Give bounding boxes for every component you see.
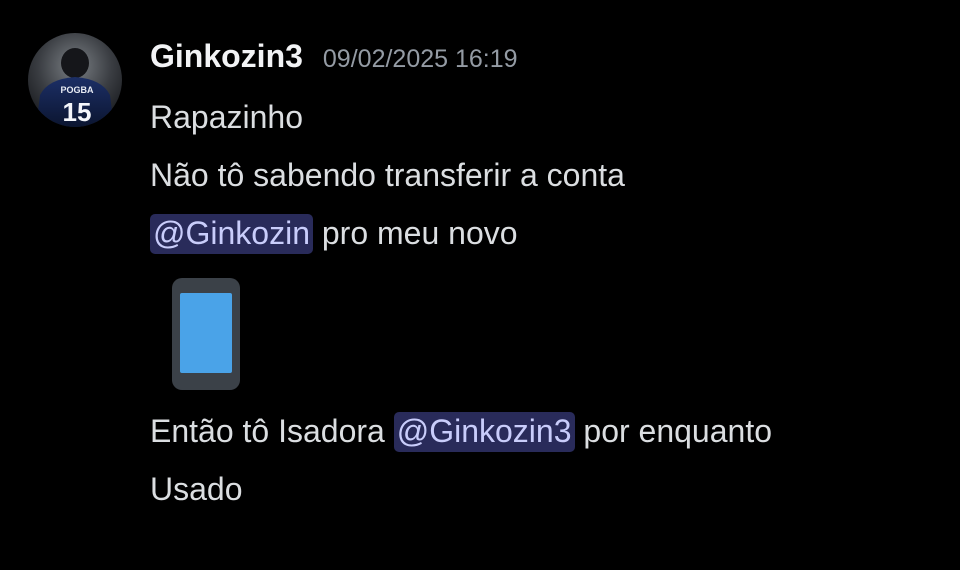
message-text: por enquanto <box>574 413 772 449</box>
timestamp: 09/02/2025 16:19 <box>322 45 518 73</box>
message-line-2: Não tô sabendo transferir a conta <box>150 157 625 193</box>
avatar-jersey-name: POGBA <box>60 85 94 95</box>
message-text: Então tô Isadora <box>150 413 394 449</box>
avatar-image: POGBA 15 <box>28 33 122 127</box>
username[interactable]: Ginkozin3 <box>150 38 303 75</box>
message-line-4 <box>150 262 950 402</box>
avatar-jersey-number: 15 <box>63 97 92 127</box>
message-line-3: @Ginkozin pro meu novo <box>150 204 950 262</box>
chat-message: POGBA 15 Ginkozin3 09/02/2025 16:19 Rapa… <box>0 0 960 570</box>
message-text: pro meu novo <box>312 215 518 251</box>
user-mention[interactable]: @Ginkozin3 <box>393 412 575 452</box>
message-line-6: Usado <box>150 471 243 507</box>
message-line-5: Então tô Isadora @Ginkozin3 por enquanto <box>150 402 950 460</box>
avatar[interactable]: POGBA 15 <box>28 33 122 127</box>
message-content: Ginkozin3 09/02/2025 16:19 Rapazinho Não… <box>150 38 950 518</box>
user-mention[interactable]: @Ginkozin <box>150 214 313 254</box>
message-line-1: Rapazinho <box>150 99 303 135</box>
message-header: Ginkozin3 09/02/2025 16:19 <box>150 38 950 88</box>
mobile-phone-icon <box>172 278 240 390</box>
phone-screen <box>180 293 232 373</box>
